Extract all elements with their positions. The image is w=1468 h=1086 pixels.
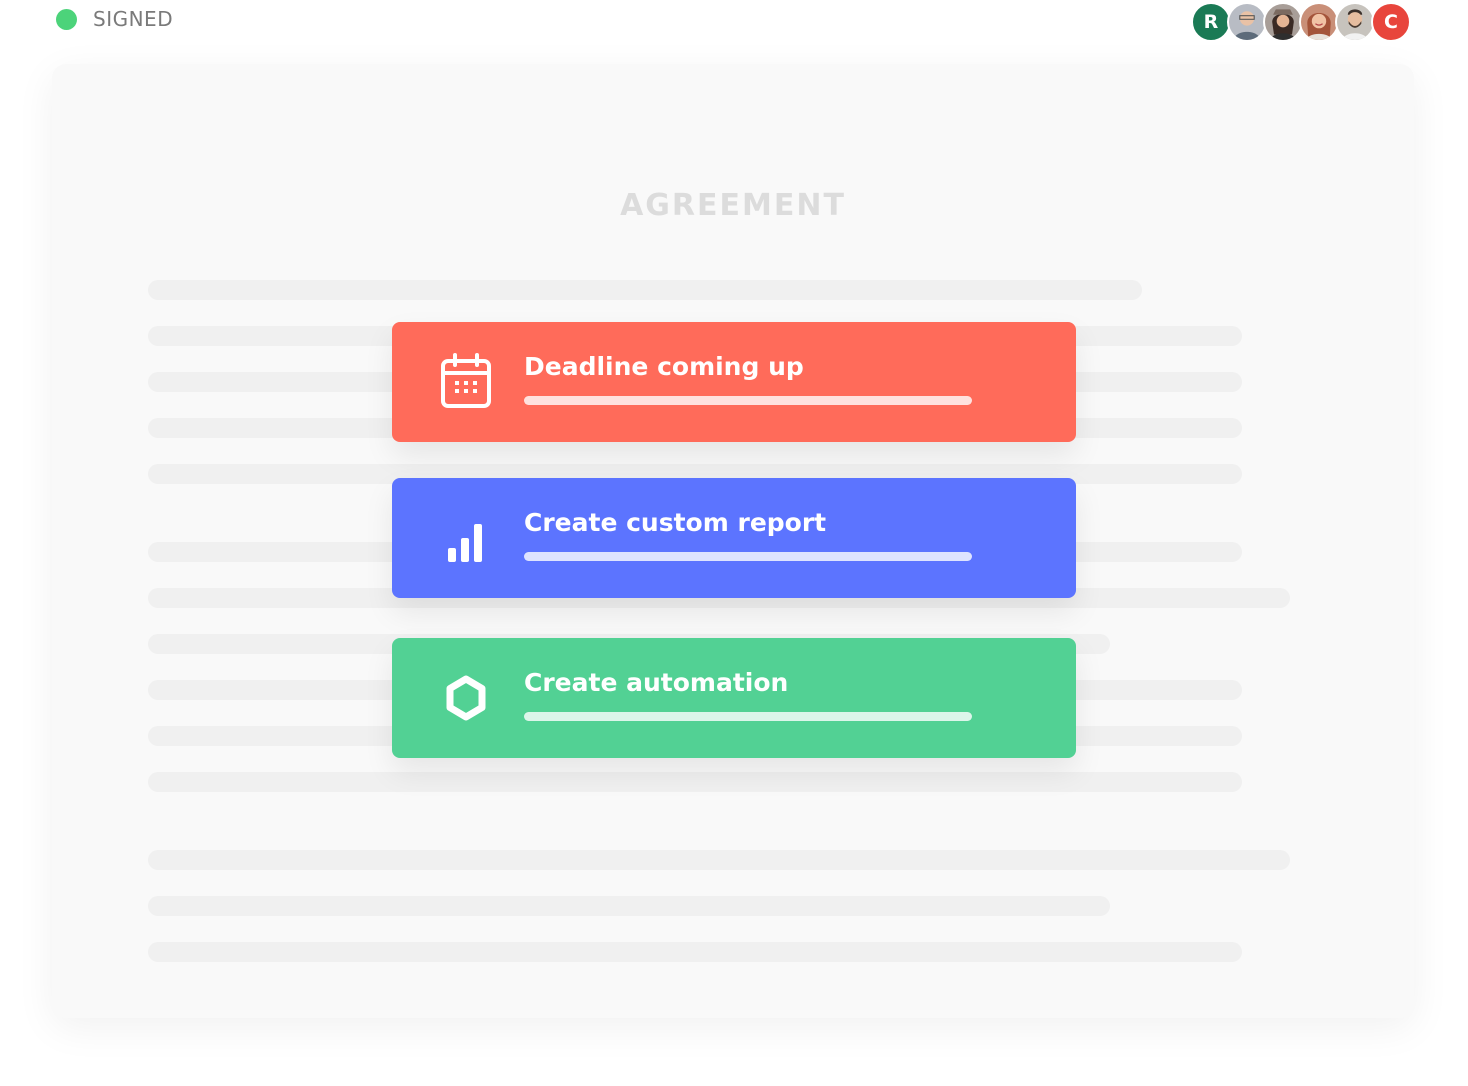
avatar-user-photo[interactable] <box>1335 2 1375 42</box>
woman-smiling-photo <box>1306 13 1332 40</box>
text-placeholder-line <box>148 280 1142 300</box>
status-label: SIGNED <box>93 7 174 31</box>
status-dot <box>56 8 77 30</box>
status-indicator: SIGNED <box>56 6 173 32</box>
avatar-initial: R <box>1203 11 1219 33</box>
avatar-initial: C <box>1384 11 1398 33</box>
card-label: Create custom report <box>524 508 827 537</box>
text-placeholder-line <box>148 896 1110 916</box>
bar-chart-icon <box>448 524 482 562</box>
woman-hat-photo <box>1270 9 1296 40</box>
agreement-document: AGREEMENT Deadline coming up Create cust… <box>52 64 1414 1018</box>
text-placeholder-line <box>148 850 1290 870</box>
card-label: Create automation <box>524 668 789 697</box>
man-beard-photo <box>1342 9 1368 40</box>
avatar-user-photo[interactable] <box>1263 2 1303 42</box>
collaborator-avatars: R C <box>1191 2 1413 42</box>
man-glasses-photo <box>1233 11 1261 40</box>
document-title: AGREEMENT <box>620 188 846 223</box>
avatar-c[interactable]: C <box>1371 2 1411 42</box>
card-progress-bar <box>524 712 972 721</box>
hexagon-icon <box>446 675 486 721</box>
automation-card[interactable]: Create automation <box>392 638 1076 758</box>
avatar-user-photo[interactable] <box>1299 2 1339 42</box>
deadline-card[interactable]: Deadline coming up <box>392 322 1076 442</box>
card-label: Deadline coming up <box>524 352 804 381</box>
text-placeholder-line <box>148 772 1242 792</box>
calendar-icon <box>441 353 491 408</box>
text-placeholder-line <box>148 942 1242 962</box>
card-progress-bar <box>524 552 972 561</box>
avatar-user-photo[interactable] <box>1227 2 1267 42</box>
card-progress-bar <box>524 396 972 405</box>
avatar-r[interactable]: R <box>1191 2 1231 42</box>
custom-report-card[interactable]: Create custom report <box>392 478 1076 598</box>
